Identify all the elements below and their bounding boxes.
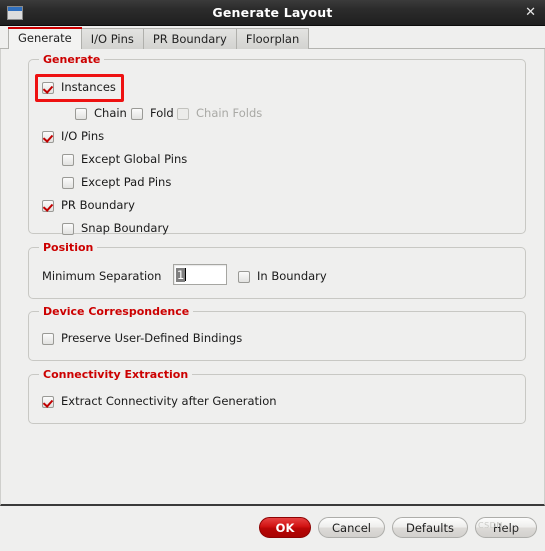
group-connectivity-extraction: Connectivity Extraction Extract Connecti… — [28, 368, 526, 424]
checkbox-box-in-boundary[interactable] — [238, 270, 250, 283]
window-titlebar: Generate Layout ✕ — [0, 0, 545, 26]
tab-generate[interactable]: Generate — [8, 27, 82, 50]
checkbox-except-global-pins[interactable]: Except Global Pins — [62, 153, 187, 166]
text-caret — [185, 268, 187, 281]
checkbox-box-fold[interactable] — [131, 107, 143, 120]
checkbox-label-in-boundary: In Boundary — [257, 269, 327, 283]
group-generate: Generate Instances Chain Fold Chain Fold… — [28, 53, 526, 235]
defaults-button[interactable]: Defaults — [391, 517, 468, 538]
checkbox-pr-boundary[interactable]: PR Boundary — [42, 199, 135, 212]
group-device-correspondence-legend: Device Correspondence — [39, 305, 194, 318]
defaults-button-label: Defaults — [405, 520, 454, 535]
checkbox-label-chain-folds: Chain Folds — [196, 106, 263, 120]
checkbox-box-except-pad-pins[interactable] — [62, 176, 74, 189]
checkbox-label-fold: Fold — [150, 106, 174, 120]
dialog-button-bar: OK Cancel Defaults CSDN Help — [0, 506, 545, 549]
group-generate-legend: Generate — [39, 53, 105, 66]
checkbox-chain[interactable]: Chain — [75, 107, 127, 120]
cancel-button-label: Cancel — [332, 520, 371, 535]
window-icon — [7, 5, 23, 20]
checkbox-label-except-global-pins: Except Global Pins — [81, 152, 188, 166]
checkbox-box-chain[interactable] — [75, 107, 87, 120]
checkbox-label-except-pad-pins: Except Pad Pins — [81, 175, 172, 189]
checkbox-label-instances: Instances — [61, 80, 116, 94]
checkbox-box-chain-folds — [177, 107, 189, 120]
cancel-button[interactable]: Cancel — [318, 517, 385, 538]
checkbox-box-extract-connectivity[interactable] — [42, 395, 54, 408]
checkbox-label-preserve-user-defined-bindings: Preserve User-Defined Bindings — [61, 331, 243, 345]
checkbox-io-pins[interactable]: I/O Pins — [42, 130, 104, 143]
checkbox-box-preserve-user-defined-bindings[interactable] — [42, 332, 54, 345]
checkbox-fold[interactable]: Fold — [131, 107, 174, 120]
checkbox-snap-boundary[interactable]: Snap Boundary — [62, 222, 169, 235]
group-connectivity-extraction-legend: Connectivity Extraction — [39, 368, 193, 381]
tab-floorplan[interactable]: Floorplan — [235, 28, 310, 49]
checkbox-instances[interactable]: Instances — [42, 81, 116, 94]
checkbox-box-instances[interactable] — [42, 81, 54, 94]
group-position-legend: Position — [39, 241, 98, 254]
checkbox-box-snap-boundary[interactable] — [62, 222, 74, 235]
group-position: Position Minimum Separation 1 In Boundar… — [28, 241, 526, 299]
checkbox-except-pad-pins[interactable]: Except Pad Pins — [62, 176, 171, 189]
help-button[interactable]: CSDN Help — [475, 517, 537, 538]
checkbox-label-chain: Chain — [94, 106, 127, 120]
checkbox-extract-connectivity[interactable]: Extract Connectivity after Generation — [42, 395, 277, 408]
checkbox-box-except-global-pins[interactable] — [62, 153, 74, 166]
minimum-separation-input[interactable]: 1 — [173, 264, 227, 285]
group-device-correspondence: Device Correspondence Preserve User-Defi… — [28, 305, 526, 361]
close-icon[interactable]: ✕ — [525, 6, 536, 19]
dialog-content-panel: Generate Instances Chain Fold Chain Fold… — [0, 49, 545, 506]
checkbox-label-io-pins: I/O Pins — [61, 129, 105, 143]
ok-button[interactable]: OK — [259, 517, 312, 538]
minimum-separation-value: 1 — [176, 267, 186, 282]
checkbox-box-pr-boundary[interactable] — [42, 199, 54, 212]
checkbox-chain-folds: Chain Folds — [177, 107, 262, 120]
checkbox-box-io-pins[interactable] — [42, 130, 54, 143]
tab-pr-boundary[interactable]: PR Boundary — [142, 28, 237, 49]
minimum-separation-label: Minimum Separation — [42, 269, 162, 283]
checkbox-label-pr-boundary: PR Boundary — [61, 198, 135, 212]
tab-bar: Generate I/O Pins PR Boundary Floorplan — [0, 26, 545, 50]
checkbox-label-extract-connectivity: Extract Connectivity after Generation — [61, 394, 277, 408]
window-title: Generate Layout — [212, 5, 333, 20]
checkbox-in-boundary[interactable]: In Boundary — [238, 270, 327, 283]
tab-io-pins[interactable]: I/O Pins — [80, 28, 144, 49]
help-button-label: Help — [492, 520, 520, 535]
ok-button-label: OK — [275, 520, 295, 535]
checkbox-label-snap-boundary: Snap Boundary — [81, 221, 169, 235]
checkbox-preserve-user-defined-bindings[interactable]: Preserve User-Defined Bindings — [42, 332, 242, 345]
